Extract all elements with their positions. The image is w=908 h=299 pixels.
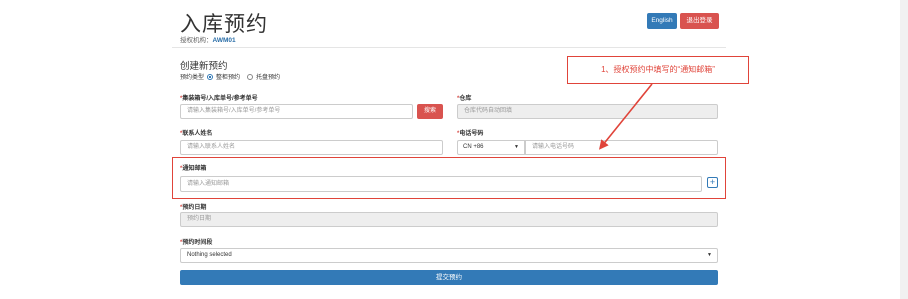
contact-input[interactable]: 请输入联系人姓名 bbox=[180, 140, 443, 155]
booking-type-label: 预约类型 bbox=[180, 75, 205, 81]
logout-button[interactable]: 退出登录 bbox=[680, 13, 719, 29]
org-label: 授权机构： bbox=[180, 37, 213, 44]
section-title: 创建新预约 bbox=[180, 61, 228, 72]
container-input[interactable]: 请输入集装箱号/入库单号/参考单号 bbox=[180, 104, 413, 119]
caret-down-icon: ▼ bbox=[514, 144, 519, 150]
warehouse-label: *仓库 bbox=[457, 96, 472, 102]
annotation-highlight-box bbox=[172, 157, 726, 199]
annotation-arrow-icon bbox=[598, 83, 653, 150]
contact-label: *联系人姓名 bbox=[180, 131, 213, 137]
submit-button[interactable]: 提交预约 bbox=[180, 270, 718, 285]
radio-pallet-label[interactable]: 托盘预约 bbox=[256, 72, 280, 81]
date-label: *预约日期 bbox=[180, 205, 207, 211]
annotation-callout: 1、授权预约中填写的“通知邮箱” bbox=[567, 56, 749, 84]
phone-label: *电话号码 bbox=[457, 131, 484, 137]
radio-pallet[interactable] bbox=[247, 73, 254, 80]
timeslot-label: *预约时间段 bbox=[180, 240, 213, 246]
search-button[interactable]: 搜索 bbox=[417, 104, 443, 119]
timeslot-select[interactable]: Nothing selected ▼ bbox=[180, 248, 718, 263]
date-input[interactable]: 预约日期 bbox=[180, 212, 718, 227]
header-divider bbox=[172, 47, 726, 48]
org-info: 授权机构：AWM01 bbox=[180, 34, 236, 44]
org-code: AWM01 bbox=[212, 37, 236, 44]
country-code-select[interactable]: CN +86 ▼ bbox=[457, 140, 525, 155]
radio-full-container-label[interactable]: 整柜预约 bbox=[216, 72, 240, 81]
radio-full-container[interactable] bbox=[207, 73, 214, 80]
warehouse-input: 仓库代码自动回填 bbox=[457, 104, 718, 119]
english-button[interactable]: English bbox=[647, 13, 677, 29]
container-label: *集装箱号/入库单号/参考单号 bbox=[180, 96, 258, 102]
page-scrollbar[interactable] bbox=[900, 0, 908, 299]
caret-down-icon: ▼ bbox=[707, 252, 712, 258]
booking-type-row: 预约类型 整柜预约 托盘预约 bbox=[180, 72, 280, 81]
